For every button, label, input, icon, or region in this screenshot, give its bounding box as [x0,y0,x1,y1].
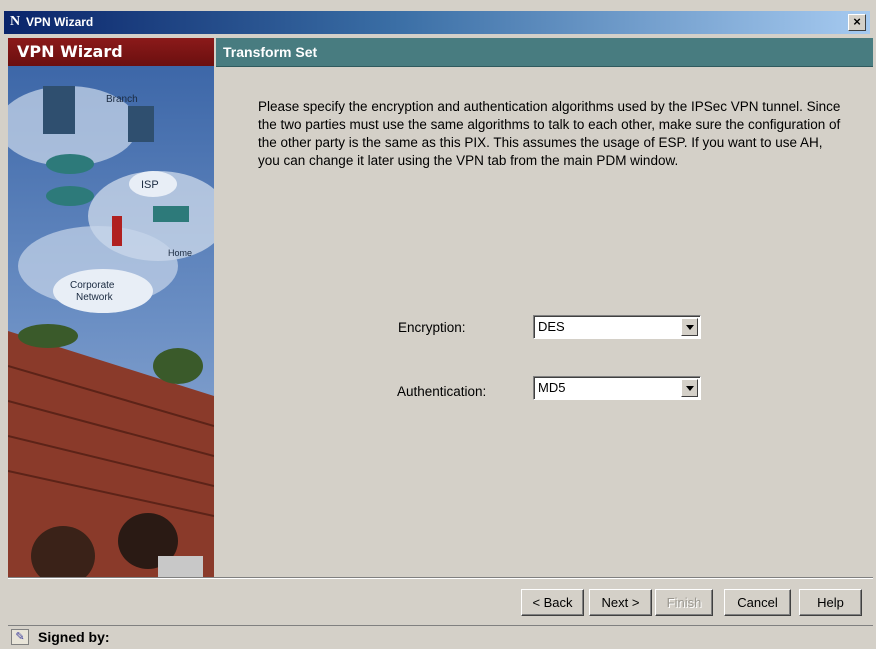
step-content: Please specify the encryption and authen… [216,68,873,577]
home-label: Home [168,248,192,258]
authentication-label: Authentication: [397,384,487,399]
authentication-select[interactable]: MD5 [533,376,701,400]
side-panel-header: VPN Wizard [8,38,214,66]
encryption-value: DES [538,319,565,334]
button-divider [8,577,873,579]
back-button[interactable]: < Back [521,589,584,616]
window-title: VPN Wizard [26,15,94,29]
branch-label: Branch [106,94,138,105]
side-panel-title: VPN Wizard [17,42,123,61]
help-button[interactable]: Help [799,589,862,616]
chevron-down-icon[interactable] [681,379,698,397]
encryption-label: Encryption: [398,320,466,335]
cancel-button[interactable]: Cancel [724,589,791,616]
step-title: Transform Set [223,44,318,60]
step-description: Please specify the encryption and authen… [258,99,841,168]
finish-button: Finish [655,589,713,616]
authentication-value: MD5 [538,380,566,395]
corporate-label-line2: Network [76,292,114,303]
encryption-select[interactable]: DES [533,315,701,339]
chevron-down-icon[interactable] [681,318,698,336]
status-bar: ✎ Signed by: [8,625,873,647]
step-header: Transform Set [216,38,873,67]
network-illustration: Branch ISP Home Corporate Network [8,66,214,577]
close-button[interactable]: × [848,14,866,31]
title-bar[interactable]: N VPN Wizard × [4,11,870,34]
certificate-icon: ✎ [11,629,29,645]
signed-by-label: Signed by: [38,629,110,645]
wizard-side-panel: VPN Wizard Branch ISP Home Corporate Net… [8,38,214,577]
app-icon: N [10,14,21,29]
corporate-label-line1: Corporate [70,280,115,291]
isp-label: ISP [141,179,159,191]
next-button[interactable]: Next > [589,589,652,616]
vpn-wizard-window: N VPN Wizard × VPN Wizard Branch ISP Hom… [0,0,876,649]
